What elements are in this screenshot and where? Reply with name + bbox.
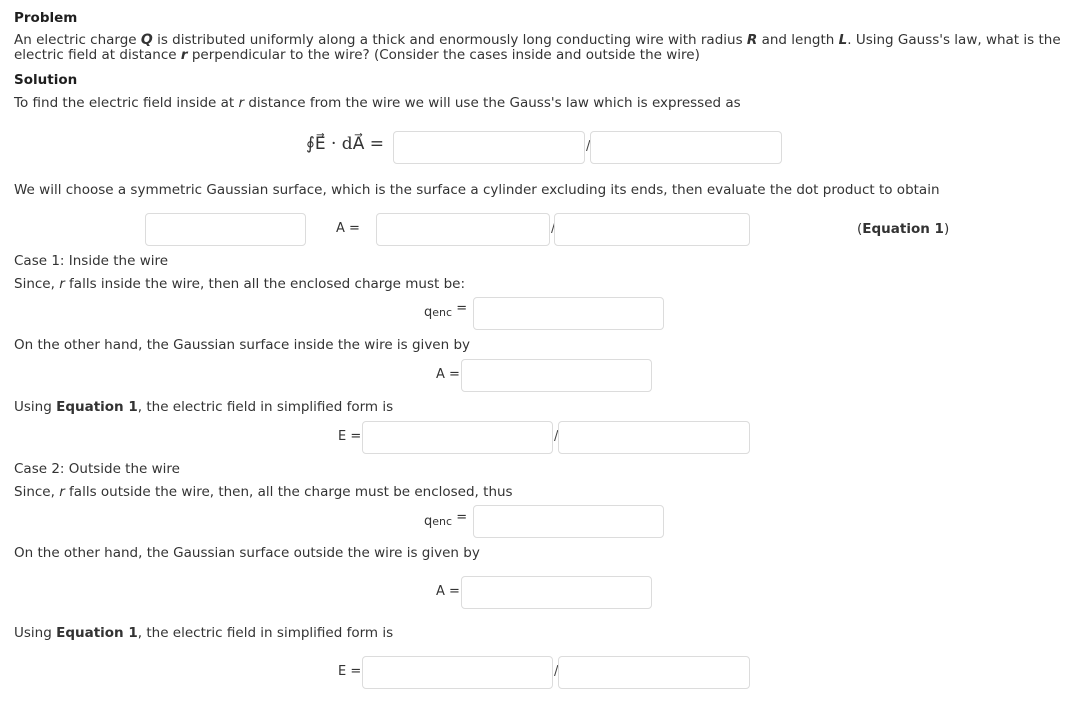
eq1-numerator-input[interactable]	[376, 213, 550, 246]
problem-text: electric field at distance	[14, 47, 181, 63]
equation-1-tag: (Equation 1)	[857, 221, 949, 237]
problem-text: An electric charge	[14, 32, 141, 48]
case1-title: Case 1: Inside the wire	[14, 253, 169, 269]
case2-surface-text: On the other hand, the Gaussian surface …	[14, 545, 480, 561]
text: Since,	[14, 276, 60, 292]
text: Using	[14, 399, 57, 415]
problem-text: and length	[757, 32, 839, 48]
case2-since-text: Since, r falls outside the wire, then, a…	[14, 484, 513, 500]
case2-using-text: Using Equation 1, the electric field in …	[14, 625, 393, 641]
symbol-Q: Q	[140, 32, 153, 48]
equals: =	[456, 510, 468, 525]
text: falls inside the wire, then all the encl…	[64, 276, 466, 292]
enc-subscript: enc	[432, 306, 453, 319]
problem-text-line-1: An electric charge Q is distributed unif…	[14, 33, 1061, 48]
case1-area-input[interactable]	[461, 359, 652, 392]
case2-qenc-input[interactable]	[473, 505, 664, 538]
case1-field-label: E =	[338, 429, 362, 444]
problem-text-line-2: electric field at distance r perpendicul…	[14, 48, 700, 63]
case1-qenc-input[interactable]	[473, 297, 664, 330]
problem-text: . Using Gauss's law, what is the	[847, 32, 1061, 48]
paren: )	[943, 221, 950, 237]
gauss-denominator-input[interactable]	[590, 131, 782, 164]
eq1-left-input[interactable]	[145, 213, 306, 246]
equals: =	[456, 301, 468, 316]
equation-1-reference: Equation 1	[56, 399, 138, 415]
case1-area-label: A =	[436, 367, 460, 382]
intro-text: distance from the wire we will use the G…	[244, 95, 741, 111]
eq1-area-label: A =	[336, 221, 360, 236]
case2-field-label: E =	[338, 664, 362, 679]
problem-heading: Problem	[14, 10, 78, 26]
problem-text: is distributed uniformly along a thick a…	[152, 32, 747, 48]
case1-surface-text: On the other hand, the Gaussian surface …	[14, 337, 471, 353]
case1-field-numerator-input[interactable]	[362, 421, 553, 454]
text: , the electric field in simplified form …	[137, 399, 394, 415]
case2-title: Case 2: Outside the wire	[14, 461, 180, 477]
symbol-r: r	[180, 47, 188, 63]
symbol-L: L	[838, 32, 848, 48]
symbol-R: R	[746, 32, 758, 48]
text: Using	[14, 625, 57, 641]
solution-intro: To find the electric field inside at r d…	[14, 95, 741, 111]
case1-using-text: Using Equation 1, the electric field in …	[14, 399, 393, 415]
case2-qenc-label: qenc =	[424, 510, 467, 529]
equation-1-label: Equation 1	[862, 221, 944, 237]
text: , the electric field in simplified form …	[137, 625, 394, 641]
gauss-law-lhs: ∮E⃗ · dA⃗ =	[306, 134, 384, 154]
eq1-denominator-input[interactable]	[554, 213, 750, 246]
text: Since,	[14, 484, 60, 500]
intro-text: To find the electric field inside at	[14, 95, 239, 111]
gauss-numerator-input[interactable]	[393, 131, 585, 164]
equation-1-reference: Equation 1	[56, 625, 138, 641]
problem-text: perpendicular to the wire? (Consider the…	[187, 47, 700, 63]
case1-since-text: Since, r falls inside the wire, then all…	[14, 276, 465, 292]
text: falls outside the wire, then, all the ch…	[64, 484, 513, 500]
gaussian-surface-text: We will choose a symmetric Gaussian surf…	[14, 182, 940, 198]
solution-heading: Solution	[14, 72, 78, 88]
case1-field-denominator-input[interactable]	[558, 421, 750, 454]
case2-field-denominator-input[interactable]	[558, 656, 750, 689]
case1-qenc-label: qenc =	[424, 301, 467, 320]
case2-field-numerator-input[interactable]	[362, 656, 553, 689]
case2-area-label: A =	[436, 584, 460, 599]
case2-area-input[interactable]	[461, 576, 652, 609]
enc-subscript: enc	[432, 515, 453, 528]
